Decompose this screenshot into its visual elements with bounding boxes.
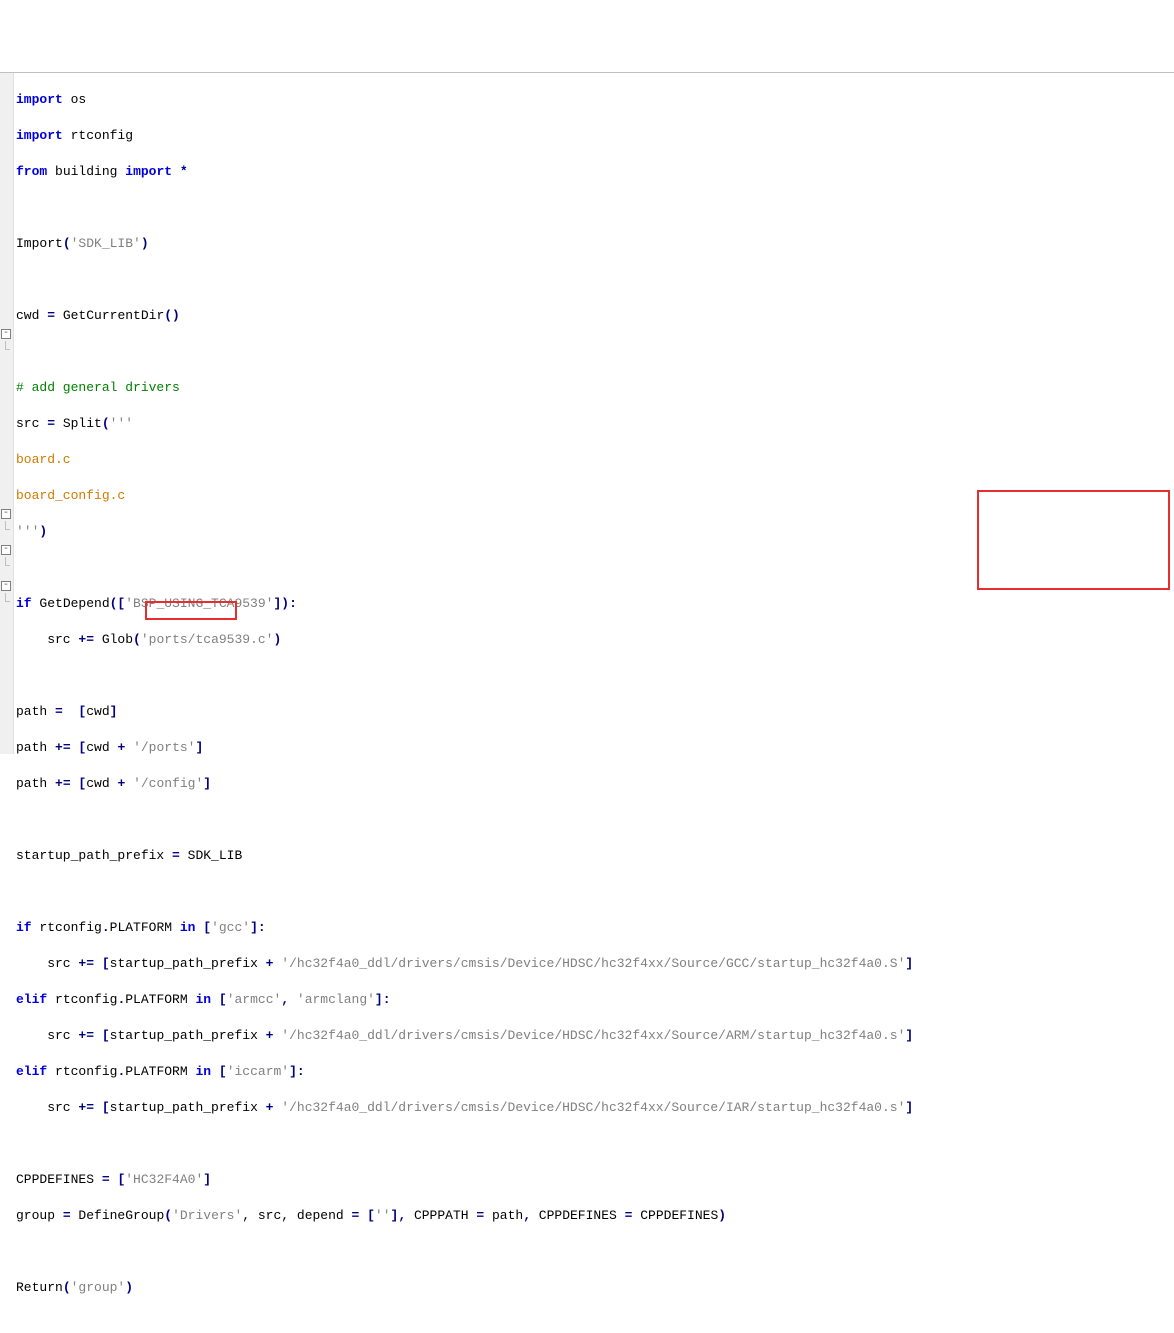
fold-toggle[interactable]: - [1, 545, 11, 555]
id-rtconfig: rtconfig [71, 128, 133, 143]
code-editor[interactable]: - - - - import os import rtconfig from b… [0, 72, 1174, 754]
id-building: building [55, 164, 117, 179]
kw-import: import [125, 164, 172, 179]
comment: # add general drivers [16, 380, 180, 395]
kw-import: import [16, 92, 63, 107]
kw-import: import [16, 128, 63, 143]
fold-gutter: - - - - [0, 73, 14, 754]
str-boardc: board.c [16, 452, 71, 467]
kw-if: if [16, 920, 32, 935]
str-sdklib: 'SDK_LIB' [71, 236, 141, 251]
kw-if: if [16, 596, 32, 611]
op-star: * [180, 164, 188, 179]
call-import: Import [16, 236, 63, 251]
code-content[interactable]: import os import rtconfig from building … [14, 73, 1174, 754]
kw-from: from [16, 164, 47, 179]
kw-elif: elif [16, 992, 47, 1007]
str-iar-path: '/hc32f4a0_ddl/drivers/cmsis/Device/HDSC… [273, 1100, 905, 1115]
str-hc32f4a0: 'HC32F4A0' [125, 1172, 203, 1187]
fold-toggle[interactable]: - [1, 509, 11, 519]
str-arm-path: '/hc32f4a0_ddl/drivers/cmsis/Device/HDSC… [273, 1028, 905, 1043]
fold-toggle[interactable]: - [1, 329, 11, 339]
str-boardconfig: board_config.c [16, 488, 125, 503]
id-os: os [71, 92, 87, 107]
fold-toggle[interactable]: - [1, 581, 11, 591]
kw-elif: elif [16, 1064, 47, 1079]
str-gcc-path: '/hc32f4a0_ddl/drivers/cmsis/Device/HDSC… [273, 956, 905, 971]
